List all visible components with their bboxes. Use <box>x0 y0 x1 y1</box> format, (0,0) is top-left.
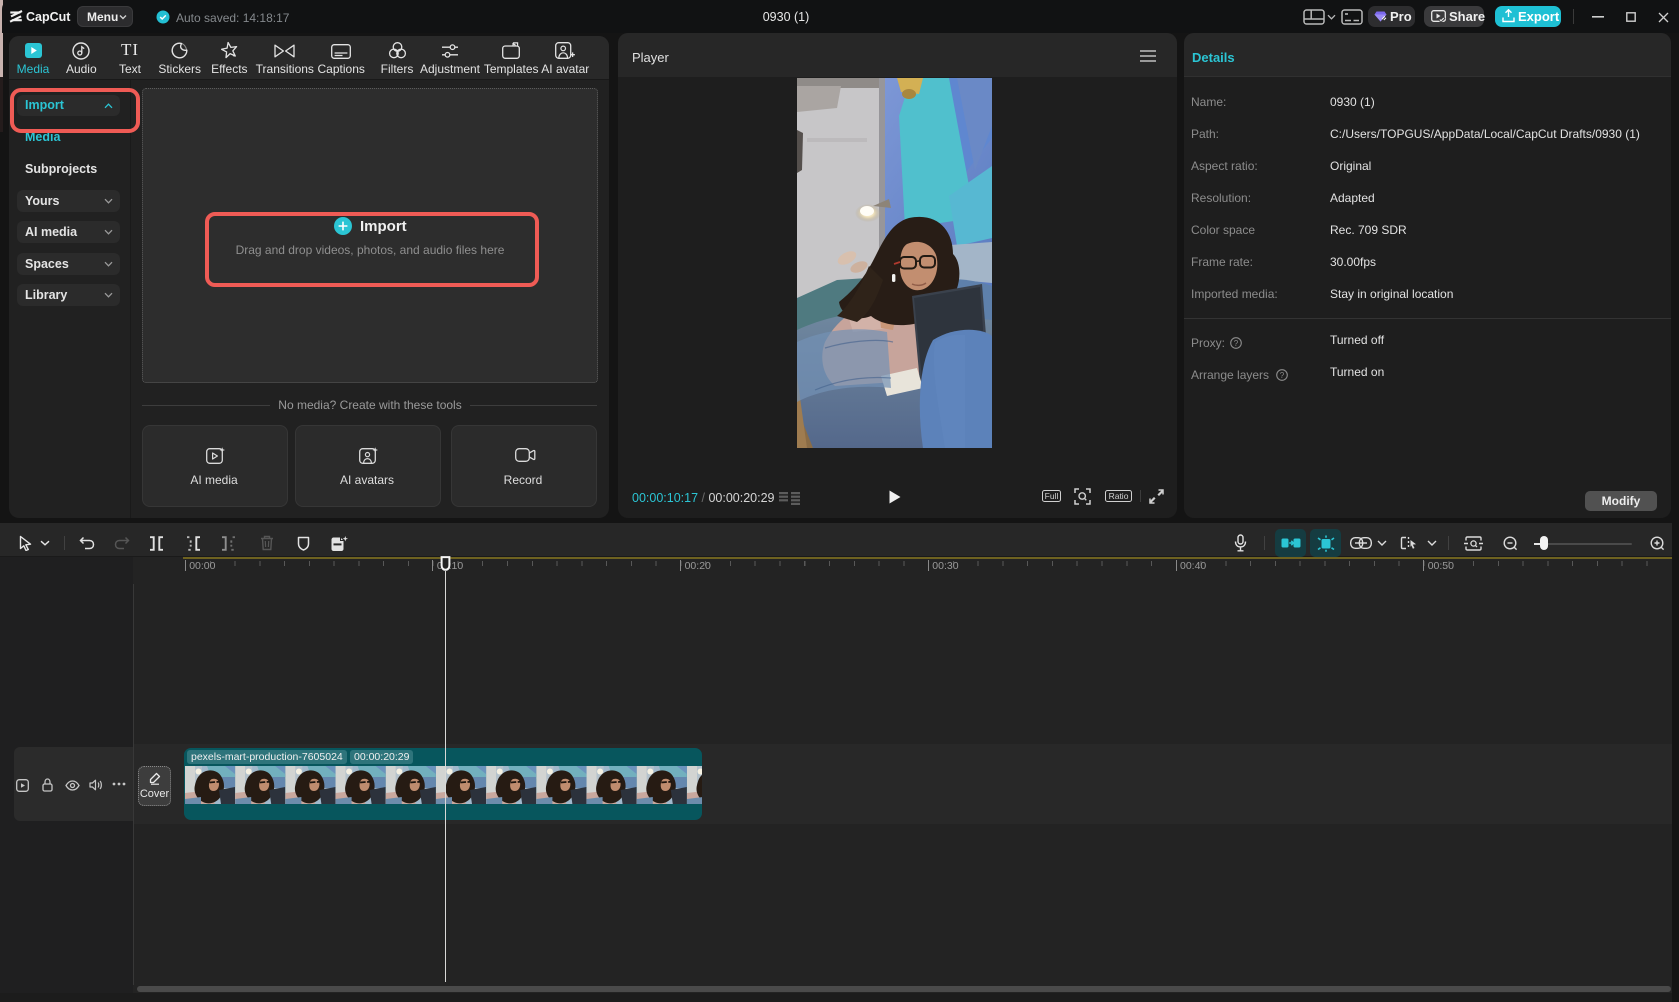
svg-text:?: ? <box>1280 371 1285 380</box>
svg-text:?: ? <box>1234 339 1239 348</box>
